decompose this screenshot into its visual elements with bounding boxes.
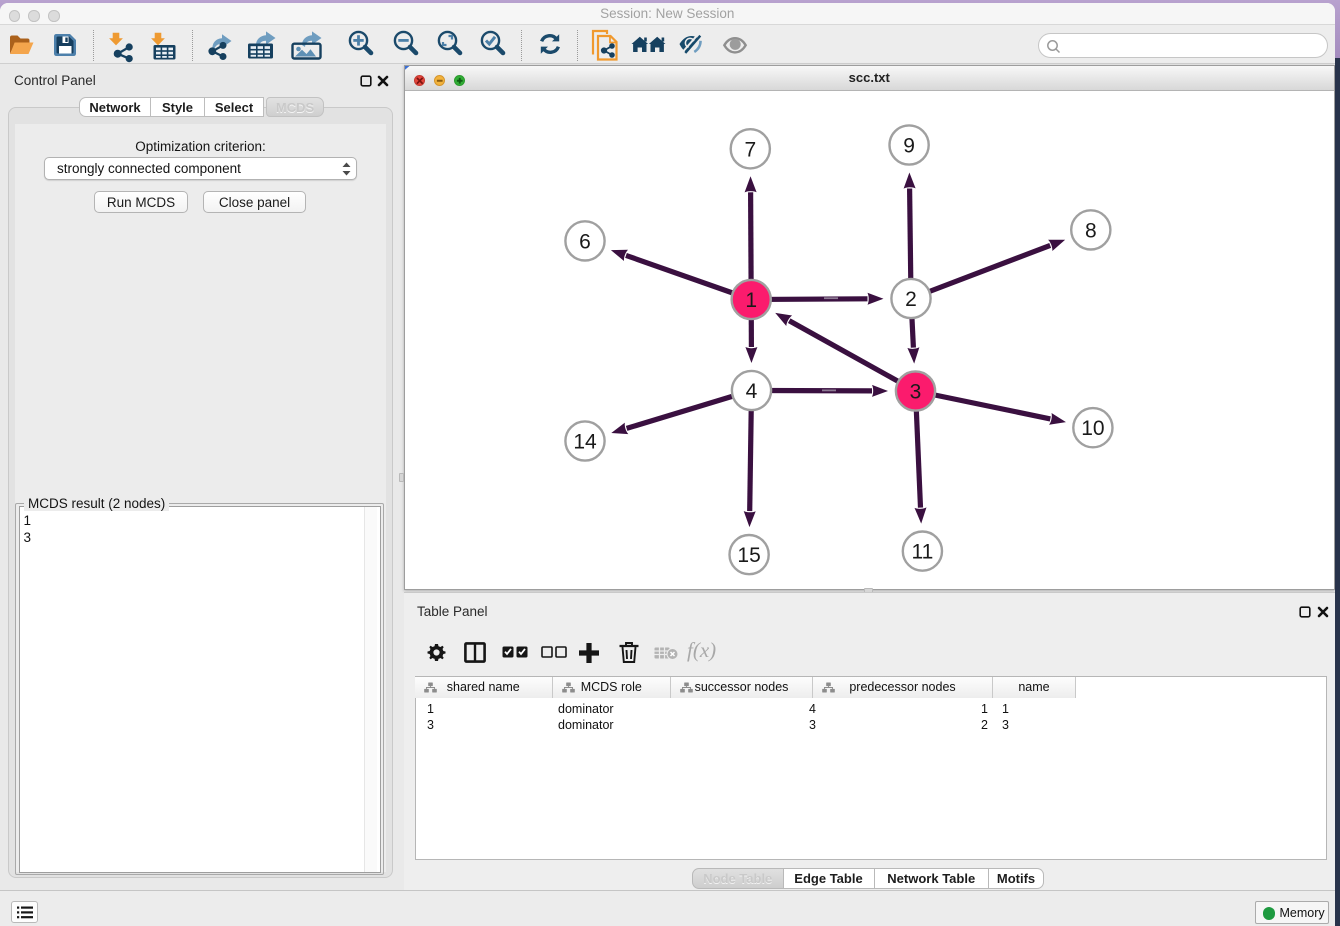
svg-text:6: 6 (579, 230, 591, 253)
svg-text:14: 14 (573, 431, 597, 454)
svg-text:10: 10 (1081, 417, 1104, 440)
svg-text:15: 15 (737, 544, 760, 567)
svg-text:11: 11 (911, 541, 933, 564)
svg-text:4: 4 (746, 380, 758, 403)
svg-text:2: 2 (905, 288, 917, 311)
svg-text:8: 8 (1085, 219, 1097, 242)
svg-text:1: 1 (745, 289, 757, 312)
svg-text:7: 7 (744, 138, 756, 161)
svg-text:9: 9 (903, 135, 915, 158)
svg-text:3: 3 (910, 381, 922, 404)
